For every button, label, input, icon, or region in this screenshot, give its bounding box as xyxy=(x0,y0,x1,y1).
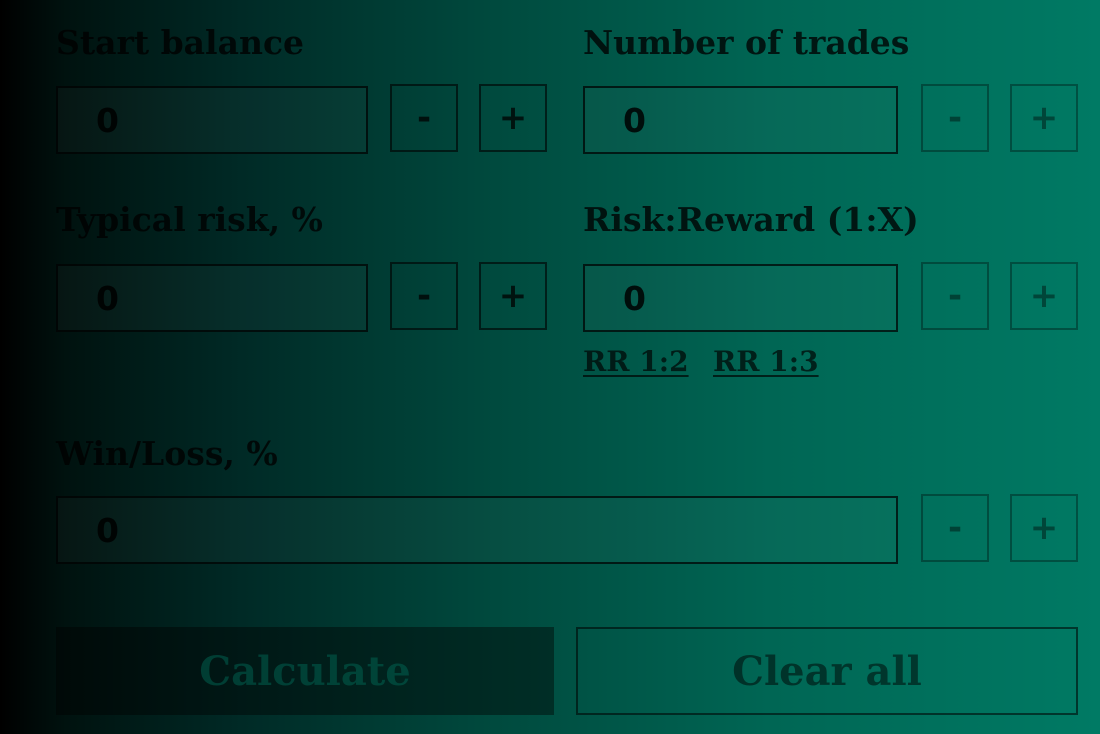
win-loss-increment-button[interactable]: + xyxy=(1010,494,1078,562)
number-of-trades-increment-button[interactable]: + xyxy=(1010,84,1078,152)
start-balance-increment-button[interactable]: + xyxy=(479,84,547,152)
win-loss-label: Win/Loss, % xyxy=(56,434,278,473)
rr-1-3-preset-link[interactable]: RR 1:3 xyxy=(713,345,819,379)
win-loss-decrement-button[interactable]: - xyxy=(921,494,989,562)
calculate-button[interactable]: Calculate xyxy=(56,627,554,715)
rr-1-2-preset-link[interactable]: RR 1:2 xyxy=(583,345,689,379)
risk-reward-increment-button[interactable]: + xyxy=(1010,262,1078,330)
win-loss-input[interactable] xyxy=(56,496,898,564)
typical-risk-increment-button[interactable]: + xyxy=(479,262,547,330)
risk-reward-input[interactable] xyxy=(583,264,898,332)
risk-reward-decrement-button[interactable]: - xyxy=(921,262,989,330)
typical-risk-decrement-button[interactable]: - xyxy=(390,262,458,330)
typical-risk-label: Typical risk, % xyxy=(56,200,323,239)
number-of-trades-label: Number of trades xyxy=(583,23,910,62)
number-of-trades-decrement-button[interactable]: - xyxy=(921,84,989,152)
start-balance-label: Start balance xyxy=(56,23,305,62)
typical-risk-input[interactable] xyxy=(56,264,368,332)
start-balance-input[interactable] xyxy=(56,86,368,154)
clear-all-button[interactable]: Clear all xyxy=(576,627,1078,715)
number-of-trades-input[interactable] xyxy=(583,86,898,154)
start-balance-decrement-button[interactable]: - xyxy=(390,84,458,152)
risk-reward-label: Risk:Reward (1:X) xyxy=(583,200,919,239)
